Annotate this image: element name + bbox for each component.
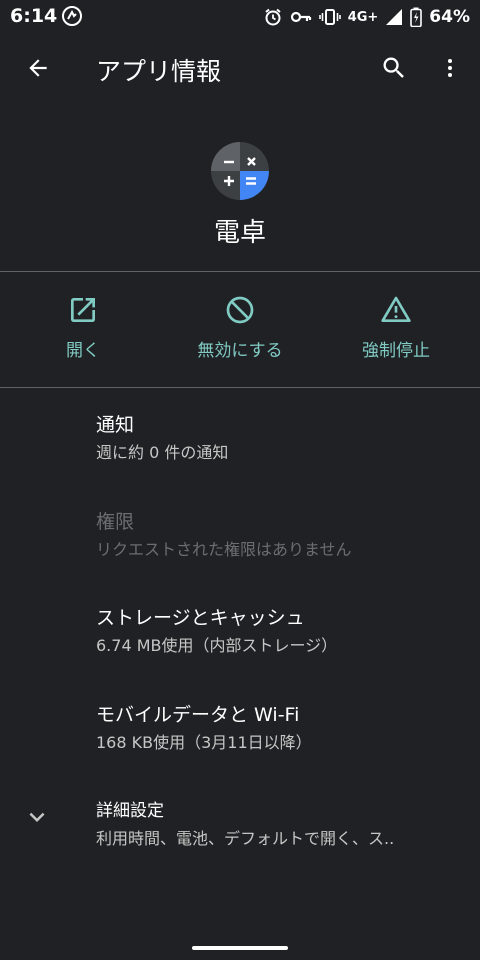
storage-cache-item[interactable]: ストレージとキャッシュ 6.74 MB使用（内部ストレージ） xyxy=(0,603,480,683)
open-button[interactable]: 開く xyxy=(3,294,163,374)
permissions-title: 権限 xyxy=(96,511,135,533)
gesture-nav-handle[interactable] xyxy=(192,946,288,950)
storage-subtitle: 6.74 MB使用（内部ストレージ） xyxy=(96,636,338,655)
force-stop-label: 強制停止 xyxy=(362,341,430,361)
storage-title: ストレージとキャッシュ xyxy=(96,607,305,629)
notifications-subtitle: 週に約 0 件の通知 xyxy=(96,443,229,462)
advanced-item[interactable]: 詳細設定 利用時間、電池、デフォルトで開く、ス.. xyxy=(0,796,480,876)
search-icon xyxy=(383,57,404,78)
divider xyxy=(0,271,480,272)
warning-icon xyxy=(381,296,411,322)
open-in-new-icon xyxy=(71,298,95,322)
app-name: 電卓 xyxy=(213,218,266,248)
arrow-back-icon xyxy=(29,59,47,77)
permissions-item: 権限 リクエストされた権限はありません xyxy=(0,507,480,587)
network-type: 4G+ xyxy=(347,9,379,25)
status-time: 6:14 xyxy=(10,5,58,27)
vpn-key-icon xyxy=(290,11,311,23)
page-title: アプリ情報 xyxy=(96,57,222,86)
open-label: 開く xyxy=(66,341,100,361)
notification-app-icon xyxy=(62,6,82,26)
signal-icon xyxy=(386,9,403,25)
more-vert-icon xyxy=(448,59,452,77)
battery-icon xyxy=(410,7,423,27)
advanced-title: 詳細設定 xyxy=(96,801,164,821)
status-bar: 6:14 4G+ 64% xyxy=(0,0,480,34)
notifications-item[interactable]: 通知 週に約 0 件の通知 xyxy=(0,410,480,490)
disable-label: 無効にする xyxy=(197,341,283,361)
disable-icon xyxy=(226,296,254,324)
more-options-button[interactable] xyxy=(430,48,470,88)
mobile-data-wifi-item[interactable]: モバイルデータと Wi-Fi 168 KB使用（3月11日以降） xyxy=(0,700,480,780)
permissions-subtitle: リクエストされた権限はありません xyxy=(96,540,352,559)
mobile-data-subtitle: 168 KB使用（3月11日以降） xyxy=(96,733,312,752)
force-stop-button[interactable]: 強制停止 xyxy=(316,294,476,374)
back-button[interactable] xyxy=(18,48,58,88)
alarm-icon xyxy=(265,8,281,26)
advanced-subtitle: 利用時間、電池、デフォルトで開く、ス.. xyxy=(96,829,395,848)
search-button[interactable] xyxy=(374,48,414,88)
mobile-data-title: モバイルデータと Wi-Fi xyxy=(96,704,300,726)
notifications-title: 通知 xyxy=(96,414,135,436)
chevron-down-icon xyxy=(29,812,45,822)
app-bar: アプリ情報 xyxy=(0,34,480,106)
disable-button[interactable]: 無効にする xyxy=(160,294,320,374)
vibrate-icon xyxy=(318,9,341,25)
battery-percent: 64% xyxy=(429,7,470,27)
calculator-app-icon xyxy=(211,142,269,200)
divider xyxy=(0,387,480,388)
